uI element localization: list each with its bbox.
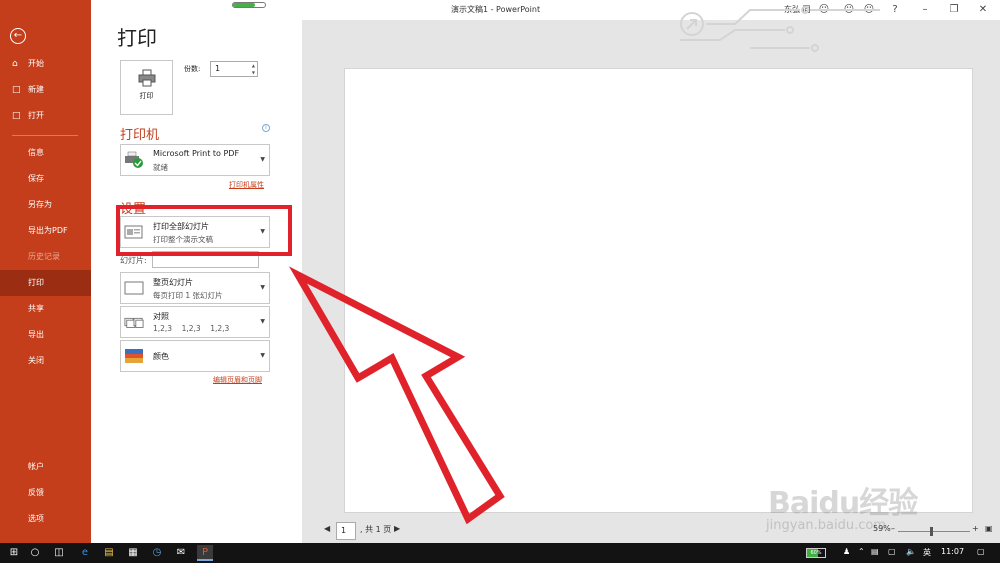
page-title: 打印 xyxy=(117,26,157,50)
loading-indicator xyxy=(232,2,266,8)
home-icon: ⌂ xyxy=(12,59,18,69)
open-folder-icon: □ xyxy=(12,111,21,121)
zoom-slider[interactable] xyxy=(898,531,970,532)
printer-status: 就绪 xyxy=(153,163,168,172)
window-title: 演示文稿1 - PowerPoint xyxy=(451,5,541,14)
watermark-url: jingyan.baidu.com xyxy=(766,518,886,533)
sidebar-item-print[interactable]: 打印 xyxy=(0,270,91,296)
sidebar-item-info[interactable]: 信息 xyxy=(0,140,91,166)
search-icon[interactable]: ○ xyxy=(27,545,43,561)
printer-properties-link[interactable]: 打印机属性 xyxy=(229,180,264,190)
printer-icon xyxy=(138,69,156,87)
minimize-icon[interactable]: – xyxy=(917,2,933,18)
notification-center-icon[interactable]: ▢ xyxy=(977,547,985,556)
printer-dropdown[interactable]: Microsoft Print to PDF 就绪 ▼ xyxy=(120,144,270,176)
copies-stepper[interactable]: 1 ▲ ▼ xyxy=(210,61,258,77)
network-icon[interactable]: ▤ xyxy=(871,547,879,556)
task-view-icon[interactable]: ◫ xyxy=(51,545,67,561)
file-explorer-icon[interactable]: ▤ xyxy=(101,545,117,561)
people-icon[interactable]: ♟ xyxy=(843,547,850,556)
color-main: 颜色 xyxy=(153,352,169,361)
system-clock[interactable]: 11:07 xyxy=(941,547,964,556)
backstage-sidebar: ← ⌂ 开始 □ 新建 □ 打开 信息 保存 另存为 导出为PDF 历史记录 打… xyxy=(0,0,91,543)
ime-indicator[interactable]: 英 xyxy=(923,547,931,558)
store-icon[interactable]: ▦ xyxy=(125,545,141,561)
clock-app-icon[interactable]: ◷ xyxy=(149,545,165,561)
sidebar-item-export[interactable]: 导出 xyxy=(0,322,91,348)
sidebar-item-history[interactable]: 历史记录 xyxy=(0,244,91,270)
prev-page-icon[interactable]: ◀ xyxy=(324,524,330,533)
back-arrow-icon[interactable]: ← xyxy=(10,28,26,44)
watermark-logo: Baidu经验 xyxy=(768,486,918,521)
sidebar-item-open[interactable]: □ 打开 xyxy=(0,103,91,129)
print-button[interactable]: 打印 xyxy=(120,60,173,115)
collate-icon xyxy=(124,317,144,328)
color-dropdown[interactable]: 颜色 ▼ xyxy=(120,340,270,372)
sidebar-item-account[interactable]: 帐户 xyxy=(0,454,91,480)
zoom-slider-thumb[interactable] xyxy=(930,527,933,536)
sidebar-item-feedback[interactable]: 反馈 xyxy=(0,480,91,506)
sidebar-item-share[interactable]: 共享 xyxy=(0,296,91,322)
powerpoint-taskbar-icon[interactable]: P xyxy=(197,545,213,561)
collate-main: 对照 xyxy=(153,312,169,321)
preview-slide-page xyxy=(344,68,973,513)
sidebar-item-export-pdf[interactable]: 导出为PDF xyxy=(0,218,91,244)
sidebar-divider xyxy=(12,135,78,136)
touchpad-icon[interactable]: ▢ xyxy=(888,547,896,556)
battery-indicator[interactable]: 60% xyxy=(806,548,826,558)
copies-spin-buttons[interactable]: ▲ ▼ xyxy=(252,62,255,76)
layout-main: 整页幻灯片 xyxy=(153,278,193,287)
page-number-input[interactable]: 1 xyxy=(336,522,356,540)
slides-label: 幻灯片: xyxy=(120,256,147,265)
info-icon[interactable]: i xyxy=(262,124,270,132)
new-file-icon: □ xyxy=(12,85,21,95)
collate-sub: 1,2,3 1,2,3 1,2,3 xyxy=(153,324,230,333)
close-icon[interactable]: ✕ xyxy=(975,2,991,18)
chevron-down-icon: ▼ xyxy=(260,318,265,325)
page-total: , 共 1 页 xyxy=(360,525,392,534)
print-button-label: 打印 xyxy=(139,92,154,100)
sidebar-item-new[interactable]: □ 新建 xyxy=(0,77,91,103)
next-page-icon[interactable]: ▶ xyxy=(394,524,400,533)
copies-value: 1 xyxy=(215,64,221,73)
sidebar-item-home[interactable]: ⌂ 开始 xyxy=(0,51,91,77)
sidebar-item-close[interactable]: 关闭 xyxy=(0,348,91,374)
fit-to-window-icon[interactable]: ▣ xyxy=(985,524,993,533)
chevron-down-icon: ▼ xyxy=(260,352,265,359)
full-page-slide-icon xyxy=(124,281,144,295)
restore-icon[interactable]: ❐ xyxy=(946,2,962,18)
chevron-up-icon[interactable]: ⌃ xyxy=(858,547,865,556)
printer-section-title: 打印机 xyxy=(120,128,160,143)
mail-icon[interactable]: ✉ xyxy=(173,545,189,561)
layout-dropdown[interactable]: 整页幻灯片 每页打印 1 张幻灯片 ▼ xyxy=(120,272,270,304)
highlight-box xyxy=(116,205,292,256)
windows-start-icon[interactable]: ⊞ xyxy=(6,545,22,561)
color-icon xyxy=(125,349,143,363)
sidebar-item-options[interactable]: 选项 xyxy=(0,506,91,532)
printer-name: Microsoft Print to PDF xyxy=(153,149,240,158)
windows-taskbar: ⊞ ○ ◫ e ▤ ▦ ◷ ✉ P 60% ♟ ⌃ ▤ ▢ 🔈 英 11:07 … xyxy=(0,543,1000,563)
zoom-in-icon[interactable]: + xyxy=(972,524,979,533)
layout-sub: 每页打印 1 张幻灯片 xyxy=(153,291,223,300)
copies-label: 份数: xyxy=(184,65,201,73)
circuit-decoration xyxy=(680,6,880,52)
printer-ready-icon xyxy=(125,151,143,168)
edit-header-footer-link[interactable]: 编辑页眉和页脚 xyxy=(213,375,262,385)
chevron-down-icon: ▼ xyxy=(260,156,265,163)
volume-icon[interactable]: 🔈 xyxy=(906,547,916,556)
sidebar-item-save[interactable]: 保存 xyxy=(0,166,91,192)
sidebar-item-save-as[interactable]: 另存为 xyxy=(0,192,91,218)
zoom-out-icon[interactable]: – xyxy=(891,524,895,533)
chevron-down-icon: ▼ xyxy=(260,284,265,291)
collate-dropdown[interactable]: 对照 1,2,3 1,2,3 1,2,3 ▼ xyxy=(120,306,270,338)
edge-browser-icon[interactable]: e xyxy=(77,545,93,561)
